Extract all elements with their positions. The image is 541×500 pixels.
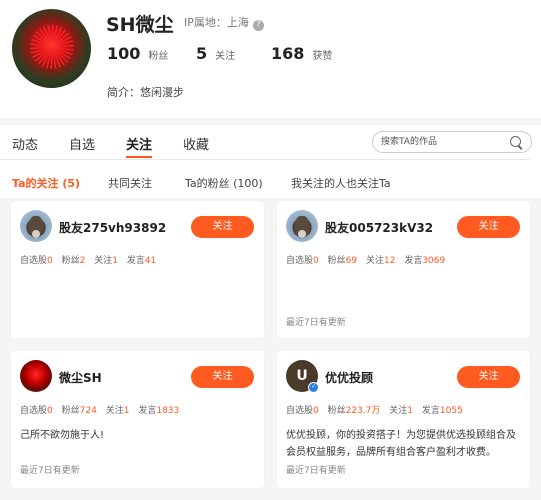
sub-tabs: Ta的关注 (5) 共同关注 Ta的粉丝 (100) 我关注的人也关注Ta [0,160,541,198]
user-name[interactable]: 股友005723kV32 [325,219,433,236]
stock-value: 0 [313,256,319,266]
follow-button[interactable]: 关注 [191,216,254,238]
fans-value: 2 [79,256,86,266]
profile-username: SH微尘 [106,14,174,36]
likes-stat: 168 获赞 [271,44,332,63]
tab-dynamics[interactable]: 动态 [12,134,38,153]
fans-value: 724 [79,406,97,416]
user-stats: 自选股0 粉丝69 关注12 发言3069 [286,253,451,266]
user-name[interactable]: 微尘SH [59,369,102,386]
ip-location-text: IP属地：上海 [184,16,249,29]
user-stats: 自选股0 粉丝724 关注1 发言1833 [20,403,185,416]
user-stats: 自选股0 粉丝2 关注1 发言41 [20,253,162,266]
following-label: 关注 [105,406,124,416]
stock-label: 自选股 [286,406,314,416]
update-note: 最近7日有更新 [20,466,80,476]
fans-label: 粉丝 [148,51,169,62]
fans-label: 粉丝 [327,256,346,266]
fans-value: 69 [345,256,358,266]
following-label: 关注 [215,51,236,62]
following-label: 关注 [365,256,384,266]
stock-label: 自选股 [20,256,48,266]
fans-label: 粉丝 [327,406,346,416]
fans-stat[interactable]: 100 粉丝 [107,44,168,63]
likes-label: 获赞 [312,51,333,62]
subtab-ta-following[interactable]: Ta的关注 (5) [12,175,80,191]
tab-watchlist[interactable]: 自选 [69,134,95,153]
tab-following[interactable]: 关注 [126,134,152,153]
user-stats: 自选股0 粉丝223.7万 关注1 发言1055 [286,403,469,416]
user-description: 优优投顾，你的投资搭子！为您提供优选投顾组合及会员权益服务，品牌所有组合客户盈利… [286,430,516,458]
follow-button[interactable]: 关注 [457,366,520,388]
fans-count: 100 [107,44,141,63]
user-card[interactable]: U ✓ 优优投顾 关注 自选股0 粉丝223.7万 关注1 发言1055 优优投… [277,351,530,488]
subtab-my-following-also-follow[interactable]: 我关注的人也关注Ta [291,175,391,191]
following-value: 1 [407,406,414,416]
profile-bio: 简介：悠闲漫步 [107,86,184,99]
stock-value: 0 [313,406,319,416]
following-stat[interactable]: 5 关注 [196,44,235,63]
stock-value: 0 [47,256,53,266]
following-label: 关注 [94,256,113,266]
following-label: 关注 [389,406,408,416]
tab-favorites[interactable]: 收藏 [183,134,209,153]
user-card[interactable]: 股友005723kV32 关注 自选股0 粉丝69 关注12 发言3069 最近… [277,201,530,338]
fans-value: 223.7万 [345,406,381,416]
posts-value: 1833 [156,406,180,416]
ip-location: IP属地：上海? [184,14,264,31]
following-count: 5 [196,44,208,63]
subtab-mutual-following[interactable]: 共同关注 [108,175,152,191]
subtab-ta-fans[interactable]: Ta的粉丝 (100) [185,175,263,191]
following-value: 12 [383,256,396,266]
fans-label: 粉丝 [61,406,80,416]
likes-count: 168 [271,44,305,63]
following-value: 1 [112,256,118,266]
stock-value: 0 [47,406,53,416]
user-avatar[interactable] [20,360,52,392]
posts-value: 41 [144,256,157,266]
stock-label: 自选股 [286,256,314,266]
posts-label: 发言 [421,406,440,416]
profile-avatar[interactable] [12,9,91,88]
posts-label: 发言 [126,256,145,266]
user-avatar[interactable] [20,210,52,242]
user-avatar[interactable] [286,210,318,242]
fans-label: 粉丝 [61,256,80,266]
search-icon[interactable] [510,136,521,147]
profile-header: SH微尘 IP属地：上海? 100 粉丝 5 关注 168 获赞 简介：悠闲漫步 [0,0,541,118]
search-input[interactable] [381,135,501,149]
stock-label: 自选股 [20,406,48,416]
user-name[interactable]: 优优投顾 [325,369,373,386]
follow-button[interactable]: 关注 [457,216,520,238]
update-note: 最近7日有更新 [286,466,346,476]
user-card[interactable]: 股友275vh93892 关注 自选股0 粉丝2 关注1 发言41 [11,201,264,338]
search-box [372,131,532,153]
following-value: 1 [123,406,130,416]
user-name[interactable]: 股友275vh93892 [59,219,166,236]
verified-icon: ✓ [308,382,319,393]
follow-button[interactable]: 关注 [191,366,254,388]
update-note: 最近7日有更新 [286,318,346,328]
posts-label: 发言 [138,406,157,416]
posts-value: 1055 [439,406,463,416]
posts-label: 发言 [404,256,423,266]
active-tab-indicator [126,156,152,158]
user-description: 己所不欲勿施于人! [20,430,105,441]
user-card[interactable]: 微尘SH 关注 自选股0 粉丝724 关注1 发言1833 己所不欲勿施于人! … [11,351,264,488]
help-icon[interactable]: ? [252,20,264,31]
posts-value: 3069 [422,256,446,266]
